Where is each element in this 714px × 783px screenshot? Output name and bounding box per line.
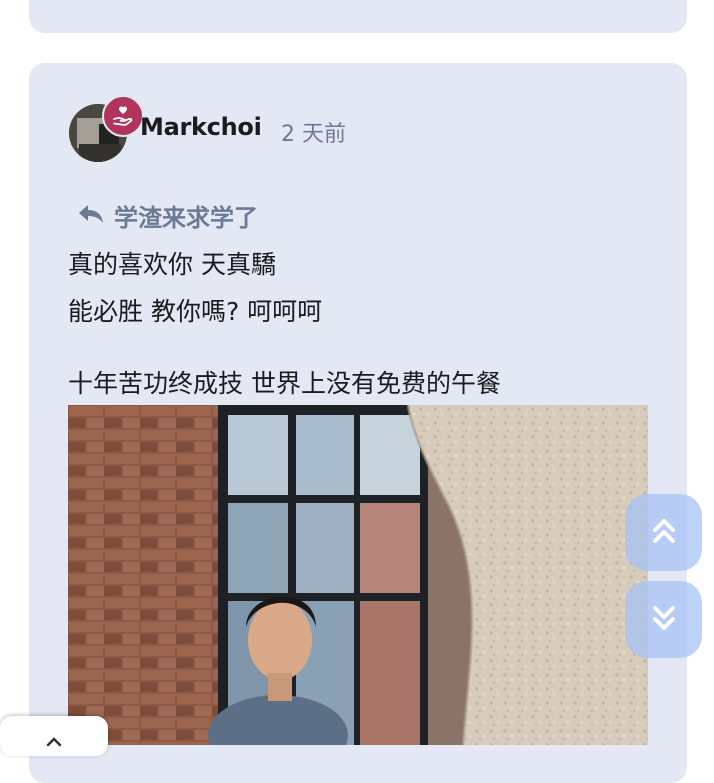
post-image[interactable] bbox=[68, 405, 648, 745]
post-text-line: 十年苦功终成技 世界上没有免费的午餐 bbox=[68, 369, 501, 398]
reply-arrow-icon bbox=[76, 202, 106, 230]
username[interactable]: Markchoi bbox=[140, 113, 262, 141]
reply-reference[interactable]: 学渣来求学了 bbox=[76, 198, 258, 233]
post-text-line: 能必胜 教你嗎? 呵呵呵 bbox=[68, 297, 323, 326]
chevron-up-icon bbox=[46, 732, 62, 751]
scroll-down-button[interactable] bbox=[625, 581, 702, 658]
previous-post-card bbox=[29, 0, 687, 33]
reply-quote-text: 学渣来求学了 bbox=[114, 204, 258, 232]
bottom-expand-tab[interactable] bbox=[0, 716, 108, 756]
post-text-line: 真的喜欢你 天真驕 bbox=[68, 250, 276, 279]
scroll-up-button[interactable] bbox=[625, 494, 702, 571]
double-chevron-down-icon bbox=[651, 603, 677, 637]
double-chevron-up-icon bbox=[651, 516, 677, 550]
post-timestamp: 2 天前 bbox=[281, 122, 346, 147]
heart-hand-icon bbox=[102, 95, 144, 137]
